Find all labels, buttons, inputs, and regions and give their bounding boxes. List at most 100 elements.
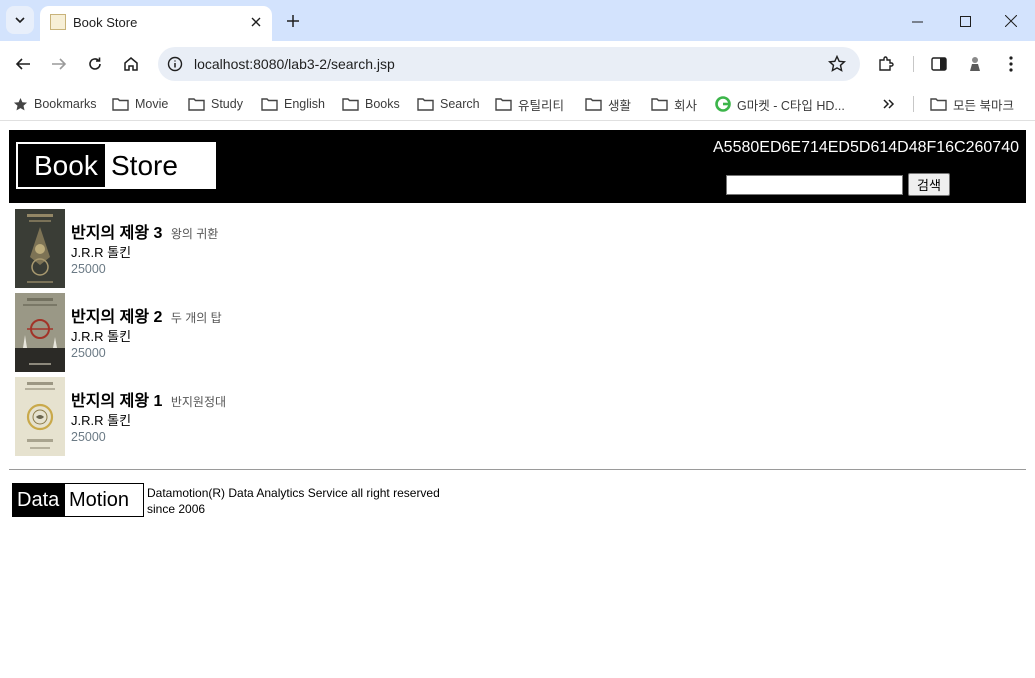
bookmark-label: Books [365,97,400,111]
bookmark-label: Movie [135,97,169,111]
browser-toolbar: localhost:8080/lab3-2/search.jsp [0,41,1035,87]
search-button[interactable]: 검색 [908,173,950,196]
close-icon [251,17,261,27]
book-author: J.R.R 톨킨 [71,329,132,344]
close-window-button[interactable] [998,8,1024,34]
book-title-line: 반지의 제왕 2 두 개의 탑 [71,303,222,327]
folder-icon [417,98,434,111]
gmarket-icon [715,96,731,112]
minimize-button[interactable] [904,8,930,34]
book-item[interactable]: 반지의 제왕 3 왕의 귀환 J.R.R 톨킨 25000 [15,209,715,289]
bookmark-item-life[interactable]: 생활 [585,93,631,115]
url-text[interactable]: localhost:8080/lab3-2/search.jsp [194,56,395,72]
reload-button[interactable] [83,52,107,76]
bookmark-label: Bookmarks [34,97,97,111]
bookmark-item-movie[interactable]: Movie [112,93,168,115]
menu-button[interactable] [999,52,1023,76]
bookmark-item-gmarket[interactable]: G마켓 - C타입 HD... [715,93,845,115]
bookmark-item-bookmarks[interactable]: Bookmarks [13,93,97,115]
minimize-icon [911,21,923,22]
browser-tab[interactable]: Book Store [40,6,272,41]
forward-button[interactable] [47,52,71,76]
tab-strip: Book Store [0,0,1035,41]
data-motion-logo: Data Motion [12,483,144,517]
folder-icon [930,98,947,111]
bookmark-label: 모든 북마크 [953,98,1014,113]
maximize-button[interactable] [952,8,978,34]
footer-copyright: Datamotion(R) Data Analytics Service all… [147,486,440,500]
maximize-icon [959,15,971,27]
logo-text-store: Store [105,144,214,187]
book-price: 25000 [71,262,106,276]
bookmark-label: 회사 [674,98,698,113]
more-vertical-icon [1009,56,1013,72]
footer-divider [9,469,1026,470]
folder-icon [112,98,129,111]
chevron-double-right-icon [883,99,895,109]
bookmark-item-study[interactable]: Study [188,93,243,115]
bookmarks-overflow-button[interactable] [882,93,902,115]
side-panel-button[interactable] [927,52,951,76]
folder-icon [495,98,512,111]
search-input[interactable] [726,175,903,195]
bookmark-label: English [284,97,325,111]
chevron-down-icon [15,17,25,24]
tab-search-button[interactable] [6,6,34,34]
star-icon [13,97,28,110]
bookmarks-divider [913,96,914,112]
address-bar[interactable]: localhost:8080/lab3-2/search.jsp [158,47,860,81]
avatar-icon [970,57,980,71]
profile-button[interactable] [963,52,987,76]
book-title[interactable]: 반지의 제왕 2 [71,309,162,326]
footer-text: Datamotion(R) Data Analytics Service all… [147,485,440,517]
toolbar-divider [913,56,914,72]
bookmark-item-utility[interactable]: 유틸리티 [495,93,564,115]
reload-icon [89,57,101,70]
bookmark-item-books[interactable]: Books [342,93,400,115]
extensions-button[interactable] [874,52,898,76]
bookmark-label: 유틸리티 [518,98,565,113]
arrow-right-icon [52,58,67,70]
folder-icon [585,98,602,111]
bookmark-star-icon[interactable] [828,55,846,73]
back-button[interactable] [11,52,35,76]
book-subtitle: 두 개의 탑 [170,311,222,325]
home-button[interactable] [119,52,143,76]
bookmark-item-english[interactable]: English [261,93,325,115]
book-title-line: 반지의 제왕 3 왕의 귀환 [71,219,218,243]
bookmark-item-company[interactable]: 회사 [651,93,697,115]
book-cover-image[interactable] [15,209,65,288]
book-subtitle: 반지원정대 [170,395,227,409]
book-title[interactable]: 반지의 제왕 1 [71,393,162,410]
book-cover-image[interactable] [15,293,65,372]
puzzle-icon [879,56,894,71]
book-item[interactable]: 반지의 제왕 1 반지원정대 J.R.R 톨킨 25000 [15,377,715,457]
folder-icon [651,98,668,111]
favicon-icon [50,14,66,30]
new-tab-button[interactable] [282,10,304,32]
book-price: 25000 [71,430,106,444]
book-author: J.R.R 톨킨 [71,413,132,428]
site-info-icon[interactable] [166,55,184,73]
bookmark-label: Study [211,97,243,111]
home-icon [124,57,138,71]
arrow-left-icon [15,58,30,70]
tab-close-button[interactable] [246,12,266,32]
side-panel-icon [931,57,947,71]
book-title-line: 반지의 제왕 1 반지원정대 [71,387,226,411]
book-cover-image[interactable] [15,377,65,456]
book-store-logo[interactable]: Book Store [16,142,216,189]
bookmark-label: Search [440,97,480,111]
bookmark-item-search[interactable]: Search [417,93,480,115]
book-price: 25000 [71,346,106,360]
footer-since: since 2006 [147,502,206,516]
folder-icon [261,98,278,111]
all-bookmarks-button[interactable]: 모든 북마크 [930,93,1014,115]
bookmark-label: 생활 [608,98,632,113]
book-title[interactable]: 반지의 제왕 3 [71,225,162,242]
footer-logo-text-motion: Motion [65,484,143,516]
book-item[interactable]: 반지의 제왕 2 두 개의 탑 J.R.R 톨킨 25000 [15,293,715,373]
bookmarks-bar: Bookmarks Movie Study English Books Sear… [0,87,1035,121]
plus-icon [287,15,299,27]
footer-logo-text-data: Data [13,484,65,516]
